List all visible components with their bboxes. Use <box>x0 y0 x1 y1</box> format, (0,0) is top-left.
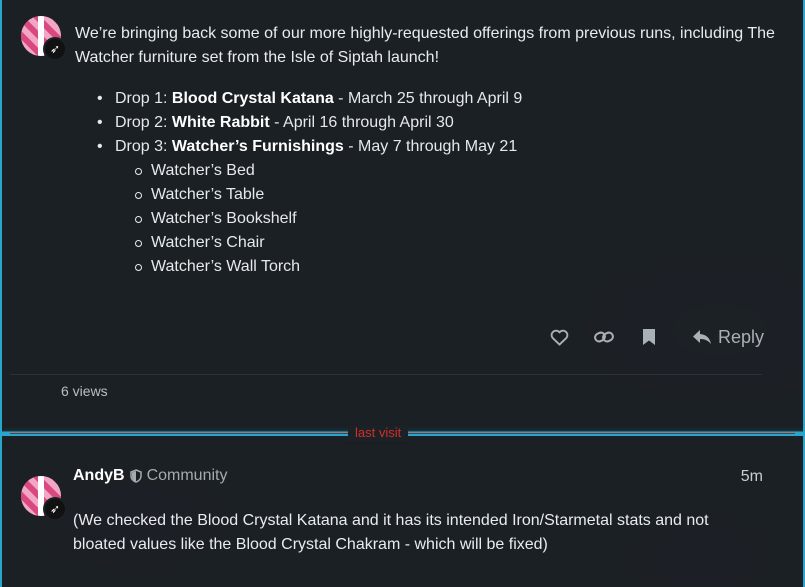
flair-icon: ➶ <box>43 37 67 61</box>
avatar[interactable]: ➶ <box>21 16 67 61</box>
avatar[interactable]: ➶ <box>21 476 67 521</box>
author-name[interactable]: AndyB <box>73 467 125 485</box>
flair-icon: ➶ <box>43 497 67 521</box>
list-item: Watcher’s Bookshelf <box>135 207 522 231</box>
post-body: (We checked the Blood Crystal Katana and… <box>73 512 709 553</box>
author-group[interactable]: Community <box>147 467 228 485</box>
list-item: Drop 1: Blood Crystal Katana - March 25 … <box>97 87 522 111</box>
list-item: Watcher’s Table <box>135 183 522 207</box>
like-button[interactable] <box>542 322 576 352</box>
link-icon <box>594 331 614 343</box>
last-visit-marker: last visit <box>0 425 805 441</box>
bookmark-button[interactable] <box>632 322 666 352</box>
copy-link-button[interactable] <box>587 322 621 352</box>
list-item: Drop 2: White Rabbit - April 16 through … <box>97 111 522 135</box>
reply-button[interactable]: Reply <box>692 322 764 352</box>
post-actions <box>542 322 666 352</box>
shield-icon <box>129 469 142 483</box>
list-item: Watcher’s Bed <box>135 159 522 183</box>
reply-label: Reply <box>718 326 765 347</box>
post-author: AndyB Community <box>73 467 227 485</box>
heart-icon <box>550 329 568 346</box>
post-intro: We’re bringing back some of our more hig… <box>75 25 775 66</box>
bookmark-icon <box>643 329 655 345</box>
list-item: Watcher’s Wall Torch <box>135 255 522 279</box>
post-1: ➶ We’re bringing back some of our more h… <box>0 0 805 434</box>
furnishings-list: Watcher’s Bed Watcher’s Table Watcher’s … <box>115 159 522 279</box>
divider <box>10 374 762 375</box>
list-item: Watcher’s Chair <box>135 231 522 255</box>
list-item: Drop 3: Watcher’s Furnishings - May 7 th… <box>97 135 522 279</box>
reply-icon <box>693 330 711 344</box>
last-visit-label: last visit <box>348 425 409 441</box>
views-count: 6 views <box>61 383 108 399</box>
drops-list: Drop 1: Blood Crystal Katana - March 25 … <box>97 87 522 279</box>
post-time[interactable]: 5m <box>741 468 763 486</box>
